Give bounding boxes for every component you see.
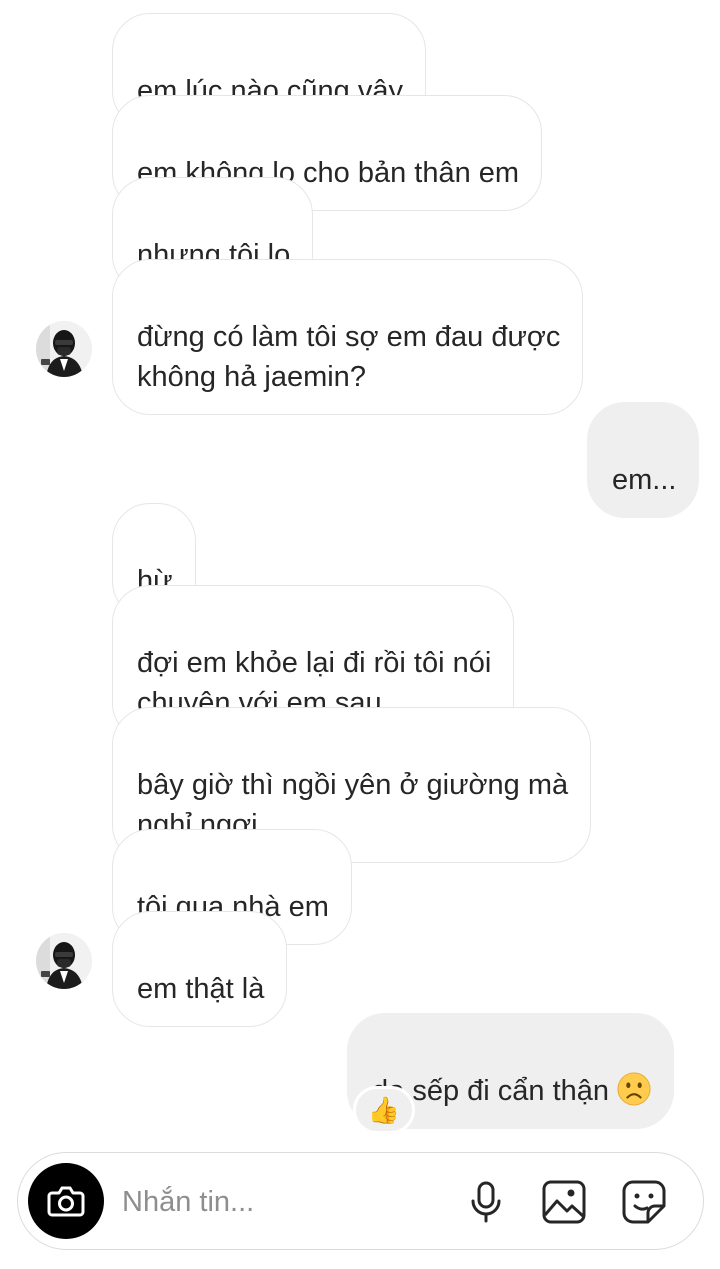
- chat-screen: em lúc nào cũng vậy em không lo cho bản …: [0, 0, 720, 1269]
- message-text: em...: [612, 464, 677, 496]
- gallery-icon: [542, 1180, 586, 1224]
- microphone-icon: [471, 1181, 501, 1223]
- message-bubble-received[interactable]: em thật là: [112, 911, 288, 1027]
- message-composer: [17, 1152, 704, 1250]
- thumbs-up-icon: 👍: [367, 1094, 401, 1125]
- sticker-button[interactable]: [620, 1178, 668, 1226]
- voice-message-button[interactable]: [462, 1178, 510, 1226]
- sad-face-icon: [617, 1072, 651, 1106]
- gallery-button[interactable]: [540, 1178, 588, 1226]
- message-bubble-sent[interactable]: em...: [587, 402, 700, 518]
- avatar-image: [36, 321, 92, 377]
- camera-button[interactable]: [28, 1163, 104, 1239]
- message-text: em thật là: [137, 973, 265, 1005]
- avatar-image: [36, 933, 92, 989]
- message-text: đừng có làm tôi sợ em đau được không hả …: [137, 321, 561, 393]
- message-reaction[interactable]: 👍: [353, 1086, 415, 1134]
- message-bubble-received[interactable]: đừng có làm tôi sợ em đau được không hả …: [112, 259, 584, 415]
- contact-avatar[interactable]: [36, 933, 92, 989]
- sticker-icon: [622, 1180, 666, 1224]
- camera-icon: [47, 1186, 85, 1217]
- message-input[interactable]: [122, 1181, 442, 1223]
- contact-avatar[interactable]: [36, 321, 92, 377]
